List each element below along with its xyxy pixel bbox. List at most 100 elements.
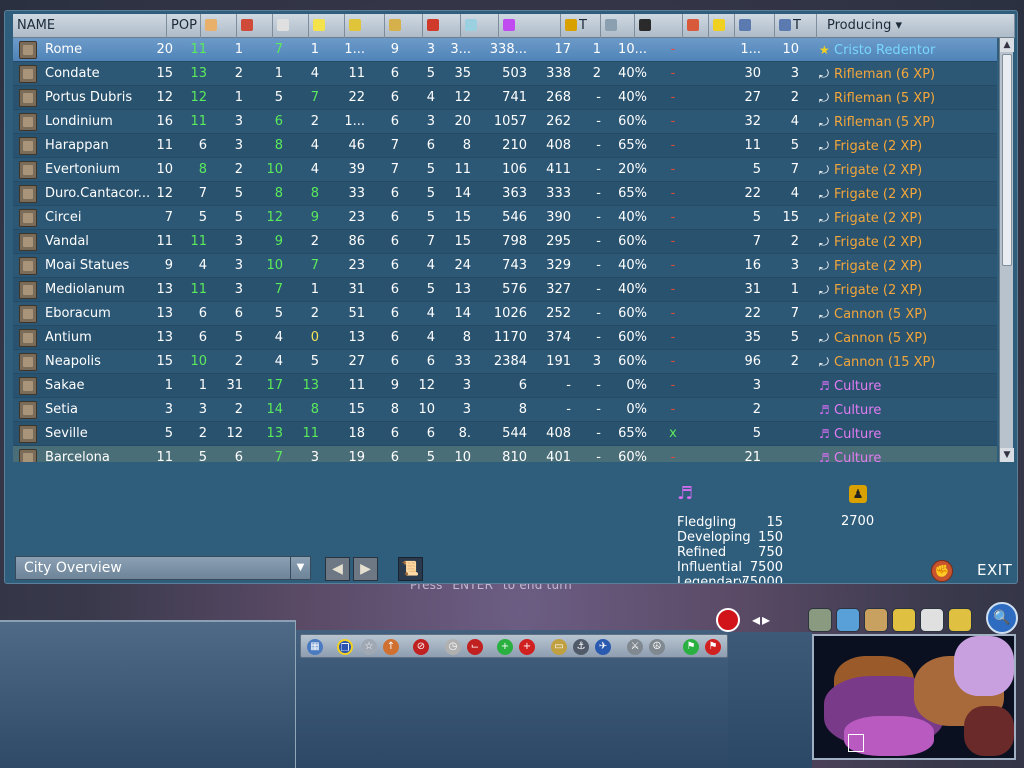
end-turn-button[interactable] bbox=[716, 608, 740, 632]
star-icon[interactable]: ☆ bbox=[361, 639, 377, 655]
column-header-culture2[interactable] bbox=[423, 14, 461, 38]
column-header-commerce[interactable] bbox=[345, 14, 385, 38]
cell-pop: 20 bbox=[156, 42, 173, 57]
cell-progress: 20% bbox=[618, 162, 647, 177]
up-arrow-icon[interactable]: ↑ bbox=[383, 639, 399, 655]
cell-producing[interactable]: ♬ Culture bbox=[819, 446, 989, 462]
cell-producing[interactable]: ⤾ Frigate (2 XP) bbox=[819, 134, 989, 158]
view-dropdown[interactable]: City Overview ▼ bbox=[15, 556, 311, 580]
globe-icon[interactable] bbox=[864, 608, 888, 632]
scroll-up-button[interactable]: ▲ bbox=[1000, 38, 1014, 52]
swords-icon[interactable]: ⚔ bbox=[627, 639, 643, 655]
help-icon[interactable] bbox=[948, 608, 972, 632]
column-header-espionage[interactable] bbox=[735, 14, 775, 38]
table-row[interactable]: Neapolis 15 10 2 4 5 27 6 6 33 2384 191 3 60% -96 2 ⤾ Can… bbox=[13, 350, 997, 374]
advisor-icon[interactable] bbox=[808, 608, 832, 632]
next-button[interactable]: ▶ bbox=[353, 557, 378, 581]
cell-producing[interactable]: ⤾ Cannon (15 XP) bbox=[819, 350, 989, 374]
cell-producing[interactable]: ⤾ Cannon (5 XP) bbox=[819, 302, 989, 326]
cell-trade: 8 bbox=[390, 402, 399, 417]
column-header-food[interactable] bbox=[201, 14, 237, 38]
cell-producing[interactable]: ⤾ Rifleman (5 XP) bbox=[819, 86, 989, 110]
boot-icon[interactable]: ⌙ bbox=[467, 639, 483, 655]
column-header-specialists[interactable] bbox=[601, 14, 635, 38]
column-header-health[interactable] bbox=[273, 14, 309, 38]
cell-producing[interactable]: ⤾ Frigate (2 XP) bbox=[819, 278, 989, 302]
table-row[interactable]: Vandal 11 11 3 9 2 86 6 7 15 798 295-60% -7 2 ⤾ Frigate… bbox=[13, 230, 997, 254]
table-row[interactable]: Rome 20 11 1 7 1 1... 9 3 3... 338... 17 1 10... -1...… bbox=[13, 38, 997, 62]
scroll-icon[interactable]: 📜 bbox=[398, 557, 423, 581]
table-row[interactable]: Setia 3 3 2 14 8 15 8 10 3 8- -0% -2 ♬ Culture bbox=[13, 398, 997, 422]
stack-icon[interactable]: ❐ bbox=[337, 639, 353, 655]
producing-label: Cannon (5 XP) bbox=[834, 307, 928, 322]
table-row[interactable]: Harappan 11 6 3 8 4 46 7 6 8 210 408-65% -11 5 ⤾ Frigat… bbox=[13, 134, 997, 158]
column-header-name[interactable]: NAME bbox=[13, 14, 167, 38]
column-header-power[interactable] bbox=[709, 14, 735, 38]
exit-button[interactable]: EXIT bbox=[977, 561, 1012, 579]
grid-icon[interactable]: ▦ bbox=[307, 639, 323, 655]
plus-green-icon[interactable]: + bbox=[497, 639, 513, 655]
cell-producing[interactable]: ⤾ Frigate (2 XP) bbox=[819, 206, 989, 230]
minimap[interactable] bbox=[812, 634, 1016, 760]
column-header-culture[interactable] bbox=[499, 14, 561, 38]
cell-producing[interactable]: ⤾ Rifleman (6 XP) bbox=[819, 62, 989, 86]
column-header-pop[interactable]: POP bbox=[167, 14, 201, 38]
cell-culture: 210 bbox=[502, 138, 527, 153]
cell-producing[interactable]: ★ Cristo Redentor bbox=[819, 38, 989, 62]
column-header-prod[interactable] bbox=[237, 14, 273, 38]
red-flag-icon[interactable]: ⚑ bbox=[705, 639, 721, 655]
arrows-icon[interactable]: ◂▸ bbox=[752, 610, 772, 629]
table-row[interactable]: Evertonium 10 8 2 10 4 39 7 5 11 106 411-20% -5 7 ⤾ Fri… bbox=[13, 158, 997, 182]
scroll-thumb[interactable] bbox=[1002, 54, 1012, 266]
table-row[interactable]: Antium 13 6 5 4 0 13 6 4 8 1170 374-60% -35 5 ⤾ Cannon … bbox=[13, 326, 997, 350]
table-row[interactable]: Condate 15 13 2 1 4 11 6 5 35 503 338 2 40% -30 3 ⤾ Rifle… bbox=[13, 62, 997, 86]
checklist-icon[interactable] bbox=[920, 608, 944, 632]
cell-producing[interactable]: ⤾ Frigate (2 XP) bbox=[819, 158, 989, 182]
table-row[interactable]: Sakae 1 1 31 17 13 11 9 12 3 6- -0% -3 ♬ Culture bbox=[13, 374, 997, 398]
clock-icon[interactable]: ◷ bbox=[445, 639, 461, 655]
cell-producing[interactable]: ♬ Culture bbox=[819, 398, 989, 422]
table-row[interactable]: Barcelona 11 5 6 7 3 19 6 5 10 810 401-60% -21 ♬ Cultu… bbox=[13, 446, 997, 462]
table-row[interactable]: Moai Statues 9 4 3 10 7 23 6 4 24 743 329-40% -16 3 ⤾ F… bbox=[13, 254, 997, 278]
cancel-icon[interactable]: ⊘ bbox=[413, 639, 429, 655]
table-row[interactable]: Eboracum 13 6 6 5 2 51 6 4 14 1026 252-60% -22 7 ⤾ Cann… bbox=[13, 302, 997, 326]
table-row[interactable]: Londinium 16 11 3 6 2 1... 6 3 20 1057 262-60% -32 4 ⤾… bbox=[13, 110, 997, 134]
plus-red-icon[interactable]: + bbox=[519, 639, 535, 655]
previous-button[interactable]: ◀ bbox=[325, 557, 350, 581]
table-row[interactable]: Duro.Cantacor... 12 7 5 8 8 33 6 5 14 363 333-65% -2… bbox=[13, 182, 997, 206]
cell-health: 13 bbox=[266, 426, 283, 441]
cell-producing[interactable]: ⤾ Frigate (2 XP) bbox=[819, 254, 989, 278]
table-row[interactable]: Circei 7 5 5 12 9 23 6 5 15 546 390-40% -5 15 ⤾ Frigate… bbox=[13, 206, 997, 230]
cell-producing[interactable]: ⤾ Frigate (2 XP) bbox=[819, 230, 989, 254]
column-header-producing[interactable]: Producing ▾ bbox=[817, 14, 1015, 38]
map-layers-icon[interactable] bbox=[836, 608, 860, 632]
domestic-advisor-icon[interactable] bbox=[892, 608, 916, 632]
legend-level-value: 750 bbox=[758, 545, 783, 560]
column-header-t2[interactable]: T bbox=[775, 14, 817, 38]
peace-icon[interactable]: ☮ bbox=[649, 639, 665, 655]
column-header-t1[interactable]: T bbox=[561, 14, 601, 38]
table-row[interactable]: Seville 5 2 12 13 11 18 6 6 8. 544 408-65% x 5 ♬ Cultur… bbox=[13, 422, 997, 446]
column-header-happy[interactable] bbox=[309, 14, 345, 38]
green-flag-icon[interactable]: ⚑ bbox=[683, 639, 699, 655]
table-row[interactable]: Mediolanum 13 11 3 7 1 31 6 5 13 576 327-40% -31 1 ⤾ Fr… bbox=[13, 278, 997, 302]
table-row[interactable]: Portus Dubris 12 12 1 5 7 22 6 4 12 741 268-40% -27 2… bbox=[13, 86, 997, 110]
column-header-science[interactable] bbox=[461, 14, 499, 38]
cell-producing[interactable]: ⤾ Frigate (2 XP) bbox=[819, 182, 989, 206]
cell-producing[interactable]: ♬ Culture bbox=[819, 422, 989, 446]
fist-icon[interactable]: ✊ bbox=[931, 560, 953, 582]
scroll-down-button[interactable]: ▼ bbox=[1000, 448, 1014, 462]
column-header-defense[interactable] bbox=[683, 14, 709, 38]
chest-icon[interactable]: ▭ bbox=[551, 639, 567, 655]
column-header-trade[interactable] bbox=[385, 14, 423, 38]
minimap-viewport[interactable] bbox=[848, 734, 864, 752]
cell-producing[interactable]: ⤾ Cannon (5 XP) bbox=[819, 326, 989, 350]
cell-trade: 6 bbox=[390, 90, 399, 105]
column-header-progress[interactable] bbox=[635, 14, 683, 38]
cell-producing[interactable]: ♬ Culture bbox=[819, 374, 989, 398]
anchor-icon[interactable]: ⚓ bbox=[573, 639, 589, 655]
scrollbar[interactable]: ▲ ▼ bbox=[999, 38, 1014, 462]
zoom-icon[interactable]: 🔍 bbox=[986, 602, 1018, 634]
cell-producing[interactable]: ⤾ Rifleman (5 XP) bbox=[819, 110, 989, 134]
plane-icon[interactable]: ✈ bbox=[595, 639, 611, 655]
